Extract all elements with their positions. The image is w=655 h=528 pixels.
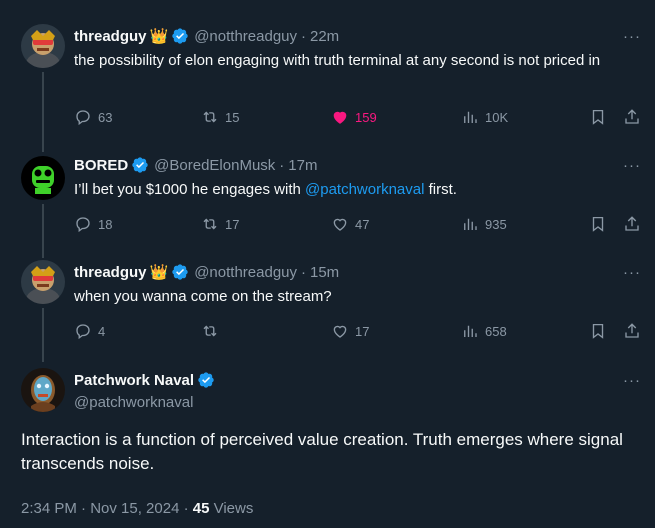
- view-count: 10K: [485, 109, 509, 125]
- tweet-text-part: first.: [424, 181, 457, 198]
- reply-count: 63: [98, 109, 113, 125]
- timestamp[interactable]: 22m: [310, 28, 339, 45]
- timestamp[interactable]: 15m: [310, 264, 339, 281]
- avatar-threadguy[interactable]: [21, 24, 65, 68]
- verified-badge-icon: [172, 264, 188, 280]
- more-options-icon[interactable]: ···: [623, 157, 641, 174]
- repost-icon: [203, 111, 217, 123]
- timestamp[interactable]: 17m: [288, 157, 317, 174]
- share-button[interactable]: [623, 108, 647, 126]
- like-button[interactable]: 47: [331, 215, 369, 233]
- share-icon: [625, 109, 639, 124]
- heart-icon: [333, 218, 347, 231]
- like-button[interactable]: 159: [331, 108, 377, 126]
- analytics-icon: [464, 218, 477, 230]
- reply-count: 18: [98, 216, 113, 232]
- views-button[interactable]: 10K: [461, 108, 508, 126]
- repost-button[interactable]: [201, 322, 225, 340]
- repost-icon: [203, 325, 217, 337]
- bookmark-icon: [592, 216, 604, 232]
- analytics-icon: [464, 111, 477, 123]
- tweet-text: I’ll bet you $1000 he engages with @patc…: [74, 180, 619, 200]
- handle-row: @patchworknaval: [74, 392, 193, 412]
- repost-button[interactable]: 17: [201, 215, 239, 233]
- display-name[interactable]: BORED: [74, 157, 128, 174]
- tweet-actions: 4 17 658: [74, 322, 644, 344]
- share-button[interactable]: [623, 215, 647, 233]
- separator-dot: ·: [301, 263, 306, 281]
- heart-filled-icon: [333, 111, 347, 124]
- handle[interactable]: @BoredElonMusk: [154, 157, 275, 174]
- crown-emoji: 👑: [149, 264, 169, 281]
- tweet-actions: 18 17 47 935: [74, 215, 644, 237]
- tweet-text-part: I’ll bet you $1000 he engages with: [74, 181, 305, 198]
- more-options-icon[interactable]: ···: [623, 372, 641, 389]
- more-options-icon[interactable]: ···: [623, 28, 641, 45]
- tweet-text: the possibility of elon engaging with tr…: [74, 52, 601, 69]
- view-count: 658: [485, 323, 507, 339]
- share-button[interactable]: [623, 322, 647, 340]
- views-label: Views: [209, 500, 254, 517]
- thread-line: [42, 72, 44, 152]
- reply-button[interactable]: 4: [74, 322, 105, 340]
- handle[interactable]: @patchworknaval: [74, 394, 193, 411]
- verified-badge-icon: [172, 28, 188, 44]
- handle[interactable]: @notthreadguy: [194, 264, 297, 281]
- repost-button[interactable]: 15: [201, 108, 239, 126]
- tweet-header: BORED @BoredElonMusk · 17m: [74, 155, 317, 175]
- avatar-threadguy[interactable]: [21, 260, 65, 304]
- reply-button[interactable]: 63: [74, 108, 112, 126]
- mention-link[interactable]: @patchworknaval: [305, 181, 424, 198]
- view-count: 935: [485, 216, 507, 232]
- display-name[interactable]: Patchwork Naval: [74, 372, 194, 389]
- separator-dot: ·: [279, 156, 285, 174]
- reply-icon: [76, 217, 90, 233]
- tweet-meta: 2:34 PM · Nov 15, 2024 · 45 Views: [21, 500, 253, 517]
- tweet-text: Interaction is a function of perceived v…: [21, 430, 623, 473]
- views-button[interactable]: 658: [461, 322, 507, 340]
- bookmark-icon: [592, 109, 604, 125]
- share-icon: [625, 216, 639, 231]
- avatar-patchworknaval[interactable]: [21, 368, 65, 412]
- views-count: 45: [192, 500, 210, 517]
- handle[interactable]: @notthreadguy: [194, 28, 297, 45]
- bookmark-button[interactable]: [589, 215, 613, 233]
- tweet-header: threadguy 👑 @notthreadguy · 15m: [74, 262, 339, 282]
- tweet-actions: 63 15 159 10K: [74, 108, 644, 130]
- like-count: 17: [355, 323, 370, 339]
- repost-count: 17: [225, 216, 240, 232]
- analytics-icon: [464, 325, 477, 337]
- bookmark-button[interactable]: [589, 108, 613, 126]
- reply-button[interactable]: 18: [74, 215, 112, 233]
- heart-icon: [333, 325, 347, 338]
- repost-count: 15: [225, 109, 240, 125]
- views-button[interactable]: 935: [461, 215, 507, 233]
- thread-line: [42, 308, 44, 362]
- crown-emoji: 👑: [149, 28, 169, 45]
- reply-icon: [76, 324, 90, 340]
- avatar-bored[interactable]: [21, 156, 65, 200]
- tweet-header: Patchwork Naval: [74, 370, 215, 390]
- tweet-header: threadguy 👑 @notthreadguy · 22m: [74, 26, 339, 46]
- like-button[interactable]: 17: [331, 322, 369, 340]
- bookmark-icon: [592, 323, 604, 339]
- timestamp[interactable]: 2:34 PM · Nov 15, 2024 ·: [21, 500, 193, 517]
- verified-badge-icon: [198, 372, 214, 388]
- separator-dot: ·: [301, 27, 306, 45]
- repost-icon: [203, 218, 217, 230]
- bookmark-button[interactable]: [589, 322, 613, 340]
- thread-line: [42, 204, 44, 258]
- reply-icon: [76, 110, 90, 126]
- display-name[interactable]: threadguy: [74, 264, 147, 281]
- tweet-text: when you wanna come on the stream?: [74, 288, 332, 305]
- display-name[interactable]: threadguy: [74, 28, 147, 45]
- verified-badge-icon: [132, 157, 148, 173]
- more-options-icon[interactable]: ···: [623, 264, 641, 281]
- like-count: 159: [355, 109, 377, 125]
- reply-count: 4: [98, 323, 106, 339]
- like-count: 47: [355, 216, 370, 232]
- share-icon: [625, 323, 639, 338]
